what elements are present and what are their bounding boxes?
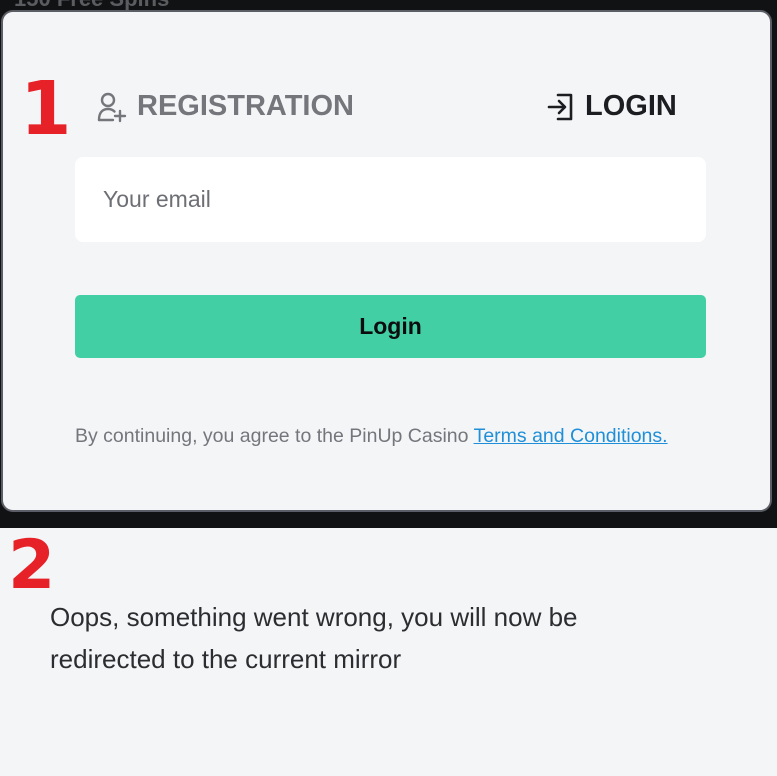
login-button[interactable]: Login	[75, 295, 706, 358]
tab-login-label: LOGIN	[585, 90, 677, 122]
tab-registration[interactable]: REGISTRATION	[97, 90, 354, 123]
terms-text: By continuing, you agree to the PinUp Ca…	[75, 425, 474, 447]
terms-notice: By continuing, you agree to the PinUp Ca…	[75, 425, 735, 448]
user-add-icon	[97, 91, 127, 123]
tab-registration-label: REGISTRATION	[137, 90, 354, 122]
email-input[interactable]	[75, 157, 706, 242]
step-marker-1: 1	[20, 66, 72, 152]
tab-login[interactable]: LOGIN	[547, 90, 677, 123]
terms-link[interactable]: Terms and Conditions.	[474, 425, 668, 447]
login-icon	[547, 92, 575, 122]
error-message: Oops, something went wrong, you will now…	[50, 602, 578, 674]
step-marker-2: 2	[8, 526, 56, 605]
modal-backdrop: 150 Free Spins REGISTRATION	[0, 0, 777, 528]
login-modal: REGISTRATION LOGIN Login By continuing, …	[1, 10, 772, 512]
